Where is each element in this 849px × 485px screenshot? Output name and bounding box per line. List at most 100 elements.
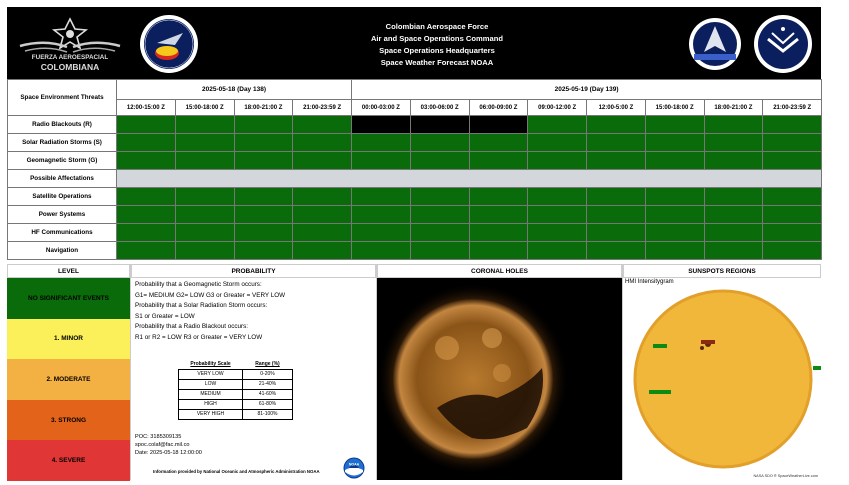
status-cell-green	[116, 205, 176, 224]
logo-text-bottom: COLOMBIANA	[40, 62, 100, 72]
status-cell-green	[116, 187, 176, 206]
status-cell-green	[409, 187, 470, 206]
status-cell-green	[703, 223, 764, 242]
status-cell-green	[762, 223, 823, 242]
scale-range: 0-20%	[242, 368, 293, 380]
status-cell-green	[351, 133, 411, 152]
sunspots-panel: SUNSPOTS REGIONS HMI Intensitygram NASA …	[622, 264, 821, 480]
time-slot-header: 06:00-09:00 Z	[468, 99, 529, 116]
affectation-row: Satellite Operations	[7, 187, 823, 206]
command-emblem	[137, 13, 201, 75]
status-cell-green	[174, 133, 235, 152]
level-item: 1. MINOR	[7, 318, 130, 360]
row-label: Radio Blackouts (R)	[7, 115, 117, 134]
sunspot-label	[649, 390, 671, 394]
probability-scale-table: Probability Scale Range (%) VERY LOW 0-20…	[178, 359, 293, 420]
status-cell-green	[116, 223, 176, 242]
scale-header: Probability Scale	[178, 359, 243, 370]
status-cell-green	[703, 151, 764, 170]
probability-line: Probability that a Solar Radiation Storm…	[135, 302, 268, 309]
status-cell-green	[468, 151, 529, 170]
status-cell-green	[586, 151, 646, 170]
probability-line: R1 or R2 = LOW R3 or Greater = VERY LOW	[135, 333, 263, 341]
logo-text-top: FUERZA AEROESPACIAL	[31, 54, 109, 61]
status-cell-no-data	[351, 115, 411, 134]
status-cell-green	[233, 133, 294, 152]
status-cell-green	[527, 205, 588, 224]
scale-name: VERY LOW	[178, 368, 243, 380]
level-panel: LEVEL NO SIGNIFICANT EVENTS 1. MINOR 2. MO…	[7, 264, 130, 481]
date-header-2: 2025-05-19 (Day 139)	[351, 79, 823, 100]
scale-range: 81-100%	[242, 408, 293, 420]
status-cell-green	[351, 241, 411, 260]
scale-range: 61-80%	[242, 398, 293, 410]
status-cell-green	[586, 115, 646, 134]
affectations-header-row: Possible Affectations	[7, 169, 823, 188]
scale-row: LOW 21-40%	[178, 378, 293, 390]
status-cell-green	[233, 205, 294, 224]
status-cell-green	[468, 223, 529, 242]
affectation-row: Navigation	[7, 241, 823, 260]
sunspots-image-title: HMI Intensitygram	[625, 279, 674, 285]
status-cell-green	[468, 241, 529, 260]
level-header: LEVEL	[7, 264, 130, 278]
probability-line: Probability that a Radio Blackout occurs…	[135, 323, 249, 330]
scale-row: HIGH 61-80%	[178, 398, 293, 410]
status-cell-green	[762, 241, 823, 260]
status-cell-green	[586, 205, 646, 224]
row-label: Solar Radiation Storms (S)	[7, 133, 117, 152]
time-slot-row: 12:00-15:00 Z 15:00-18:00 Z 18:00-21:00 Z2…	[8, 99, 823, 116]
status-cell-green	[527, 115, 588, 134]
row-label: HF Communications	[7, 223, 117, 242]
title-line-4: Space Weather Forecast NOAA	[380, 58, 494, 67]
title-line-2: Air and Space Operations Command	[370, 34, 504, 43]
time-slot-header: 00:00-03:00 Z	[351, 99, 411, 116]
time-slot-header: 21:00-23:59 Z	[762, 99, 823, 116]
level-item: 2. MODERATE	[7, 359, 130, 400]
status-cell-green	[644, 115, 705, 134]
row-label: Navigation	[7, 241, 117, 260]
status-cell-green	[233, 115, 294, 134]
status-cell-green	[703, 133, 764, 152]
status-cell-green	[351, 223, 411, 242]
coronal-holes-header: CORONAL HOLES	[377, 264, 622, 278]
status-cell-green	[116, 241, 176, 260]
status-cell-no-data	[468, 115, 529, 134]
status-cell-green	[762, 115, 823, 134]
status-cell-green	[644, 151, 705, 170]
time-slot-header: 15:00-18:00 Z	[644, 99, 705, 116]
status-cell-green	[586, 223, 646, 242]
poc-text: POC: 3185309135	[135, 434, 182, 440]
status-cell-green	[527, 241, 588, 260]
status-cell-green	[527, 151, 588, 170]
status-cell-green	[762, 187, 823, 206]
sunspots-header: SUNSPOTS REGIONS	[623, 264, 821, 278]
fac-logo: FUERZA AEROESPACIAL COLOMBIANA	[15, 13, 125, 73]
row-label: Possible Affectations	[7, 169, 117, 188]
status-cell-green	[527, 223, 588, 242]
threat-row: Geomagnetic Storm (G)	[7, 151, 823, 170]
scale-name: MEDIUM	[178, 388, 243, 400]
status-cell-green	[233, 223, 294, 242]
email-text: spoc.colaf@fac.mil.co	[135, 442, 190, 448]
title-line-3: Space Operations Headquarters	[379, 46, 495, 55]
status-cell-green	[116, 133, 176, 152]
status-cell-green	[762, 205, 823, 224]
coronal-sun-image	[377, 278, 623, 480]
status-cell-green	[703, 241, 764, 260]
coronal-holes-panel: CORONAL HOLES	[376, 264, 623, 480]
date-text: Date: 2025-05-18 12:00:00	[135, 450, 202, 456]
level-item: 4. SEVERE	[7, 440, 130, 481]
affectations-divider	[115, 169, 823, 188]
status-cell-green	[351, 187, 411, 206]
noaa-logo-text: NOAA	[349, 463, 360, 467]
status-cell-green	[292, 205, 353, 224]
status-cell-green	[644, 241, 705, 260]
space-ops-emblem	[684, 16, 746, 72]
forecast-page: FUERZA AEROESPACIAL COLOMBIANA Colombian…	[7, 7, 823, 481]
status-cell-green	[174, 241, 235, 260]
status-cell-green	[174, 223, 235, 242]
status-cell-green	[233, 187, 294, 206]
source-footer: Information provided by National Oceanic…	[153, 469, 320, 474]
probability-text: Probability that a Geomagnetic Storm occ…	[131, 278, 376, 345]
